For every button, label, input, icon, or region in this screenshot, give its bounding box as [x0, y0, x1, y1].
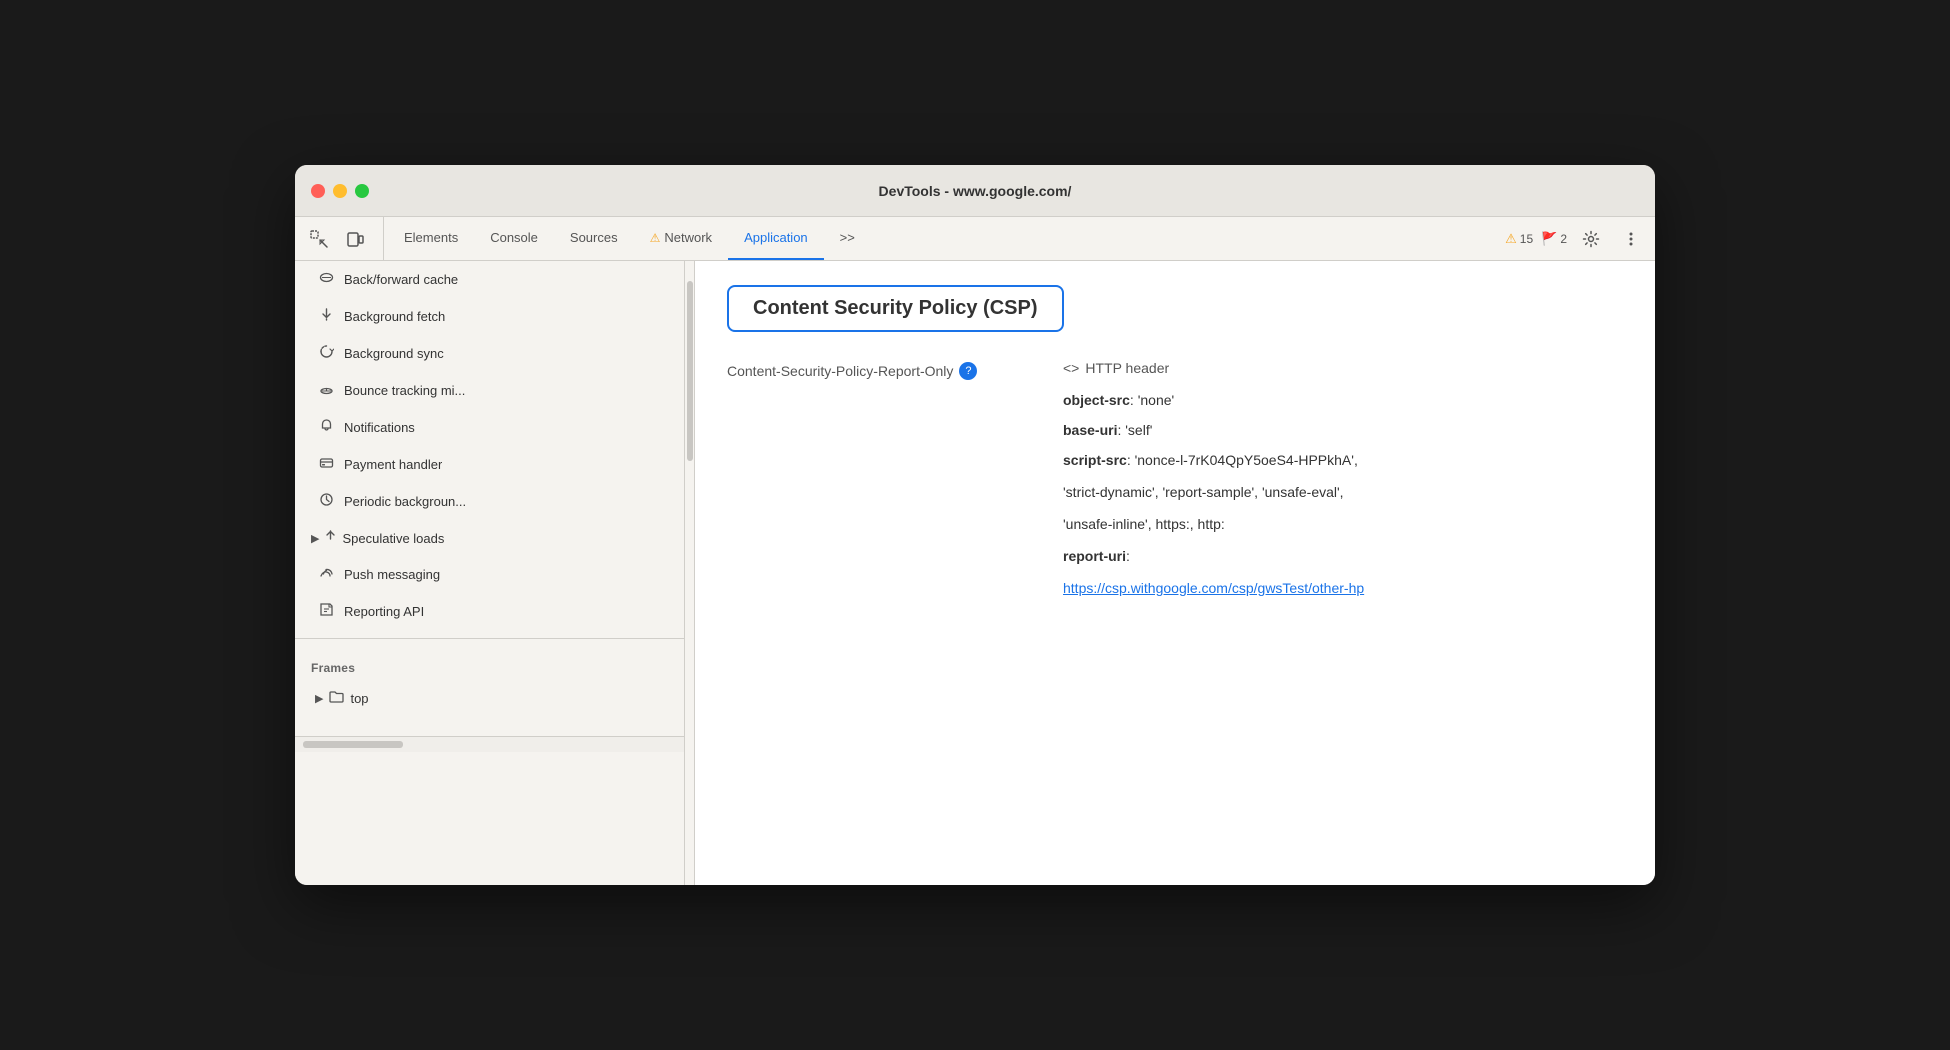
directive-base-uri: base-uri: 'self'	[1063, 422, 1623, 440]
inspect-element-button[interactable]	[303, 223, 335, 255]
info-icon[interactable]: ?	[959, 362, 977, 380]
directive-object-src: object-src: 'none'	[1063, 392, 1623, 410]
sidebar-item-label: Bounce tracking mi...	[344, 383, 465, 398]
maximize-button[interactable]	[355, 184, 369, 198]
sidebar-item-notifications[interactable]: Notifications	[295, 409, 684, 446]
sidebar-item-label: Reporting API	[344, 604, 424, 619]
bounce-tracking-icon	[319, 381, 334, 400]
sidebar-item-speculative-loads[interactable]: ▶ Speculative loads	[295, 520, 684, 556]
sidebar-item-label: Background sync	[344, 346, 444, 361]
policy-values: <> HTTP header object-src: 'none' base-u…	[1063, 360, 1623, 612]
tab-elements[interactable]: Elements	[388, 217, 474, 260]
devtools-body: Elements Console Sources ⚠ Network Appli…	[295, 217, 1655, 885]
back-forward-icon	[319, 270, 334, 289]
speculative-loads-icon	[323, 529, 338, 547]
more-options-button[interactable]	[1615, 223, 1647, 255]
toolbar: Elements Console Sources ⚠ Network Appli…	[295, 217, 1655, 261]
sidebar-item-label: Notifications	[344, 420, 415, 435]
tab-application[interactable]: Application	[728, 217, 824, 260]
device-toolbar-button[interactable]	[339, 223, 371, 255]
toolbar-icon-group	[303, 217, 384, 260]
window-title: DevTools - www.google.com/	[879, 183, 1072, 199]
frames-section-label: Frames	[295, 647, 684, 681]
expand-icon: ▶	[311, 532, 319, 545]
tabs: Elements Console Sources ⚠ Network Appli…	[388, 217, 1497, 260]
sidebar-item-label: Payment handler	[344, 457, 442, 472]
sidebar: Back/forward cache Background fetch	[295, 261, 685, 885]
tab-network[interactable]: ⚠ Network	[634, 217, 728, 260]
http-header-row: <> HTTP header	[1063, 360, 1623, 376]
sidebar-item-push-messaging[interactable]: Push messaging	[295, 556, 684, 593]
err-icon: 🚩	[1541, 231, 1557, 247]
minimize-button[interactable]	[333, 184, 347, 198]
sidebar-item-periodic-background[interactable]: Periodic backgroun...	[295, 483, 684, 520]
content-area: Back/forward cache Background fetch	[295, 261, 1655, 885]
sidebar-item-reporting-api[interactable]: Reporting API	[295, 593, 684, 630]
sidebar-item-background-sync[interactable]: Background sync	[295, 335, 684, 372]
sidebar-item-label: Push messaging	[344, 567, 440, 582]
frames-expand-icon: ▶	[315, 692, 323, 705]
settings-button[interactable]	[1575, 223, 1607, 255]
directive-report-uri: report-uri: https://csp.withgoogle.com/c…	[1063, 548, 1623, 596]
main-content: Content Security Policy (CSP) Content-Se…	[695, 261, 1655, 885]
network-warning-icon: ⚠	[650, 231, 661, 245]
csp-title-box: Content Security Policy (CSP)	[727, 285, 1064, 332]
report-uri-link[interactable]: https://csp.withgoogle.com/csp/gwsTest/o…	[1063, 580, 1623, 596]
sidebar-item-label: Speculative loads	[342, 531, 444, 546]
close-button[interactable]	[311, 184, 325, 198]
traffic-lights	[311, 184, 369, 198]
sidebar-scrollbar-thumb[interactable]	[303, 741, 403, 748]
toolbar-right: ⚠ 15 🚩 2	[1497, 217, 1647, 260]
error-badge[interactable]: 🚩 2	[1541, 231, 1567, 247]
warn-icon: ⚠	[1505, 231, 1517, 247]
titlebar: DevTools - www.google.com/	[295, 165, 1655, 217]
csp-title: Content Security Policy (CSP)	[753, 297, 1038, 319]
sidebar-item-label: Periodic backgroun...	[344, 494, 466, 509]
policy-row: Content-Security-Policy-Report-Only ? <>…	[727, 360, 1623, 612]
sidebar-scrollbar-v-thumb[interactable]	[687, 281, 693, 461]
folder-icon	[329, 690, 344, 707]
frames-top-label: top	[350, 691, 368, 706]
directive-script-src: script-src: 'nonce-l-7rK04QpY5oeS4-HPPkh…	[1063, 452, 1623, 532]
payment-handler-icon	[319, 455, 334, 474]
sidebar-item-label: Back/forward cache	[344, 272, 458, 287]
sidebar-item-back-forward-cache[interactable]: Back/forward cache	[295, 261, 684, 298]
sidebar-item-label: Background fetch	[344, 309, 445, 324]
policy-name: Content-Security-Policy-Report-Only ?	[727, 360, 1047, 380]
tab-more[interactable]: >>	[824, 217, 871, 260]
sidebar-divider	[295, 638, 684, 639]
sidebar-item-payment-handler[interactable]: Payment handler	[295, 446, 684, 483]
sidebar-item-bounce-tracking[interactable]: Bounce tracking mi...	[295, 372, 684, 409]
sidebar-scrollbar-v	[685, 261, 695, 885]
background-fetch-icon	[319, 307, 334, 326]
tab-console[interactable]: Console	[474, 217, 554, 260]
tab-sources[interactable]: Sources	[554, 217, 634, 260]
devtools-window: DevTools - www.google.com/	[295, 165, 1655, 885]
periodic-background-icon	[319, 492, 334, 511]
warning-badge[interactable]: ⚠ 15	[1505, 231, 1533, 247]
code-icon: <>	[1063, 360, 1079, 376]
background-sync-icon	[319, 344, 334, 363]
push-messaging-icon	[319, 565, 334, 584]
reporting-api-icon	[319, 602, 334, 621]
sidebar-item-frames-top[interactable]: ▶ top	[295, 681, 684, 716]
sidebar-scrollbar-area	[295, 736, 684, 752]
sidebar-item-background-fetch[interactable]: Background fetch	[295, 298, 684, 335]
notifications-icon	[319, 418, 334, 437]
